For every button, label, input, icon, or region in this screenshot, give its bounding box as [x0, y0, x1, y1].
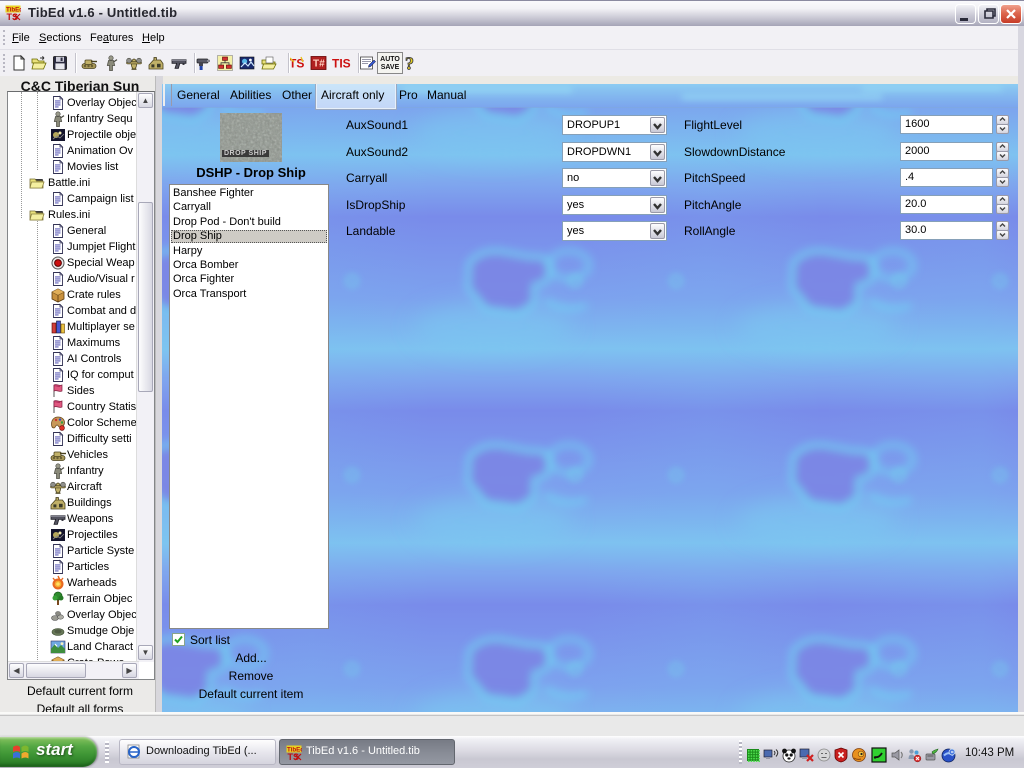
svg-text:?: ?	[405, 55, 414, 71]
svg-text:T#: T#	[313, 59, 325, 70]
svg-text:TIS: TIS	[332, 57, 351, 71]
